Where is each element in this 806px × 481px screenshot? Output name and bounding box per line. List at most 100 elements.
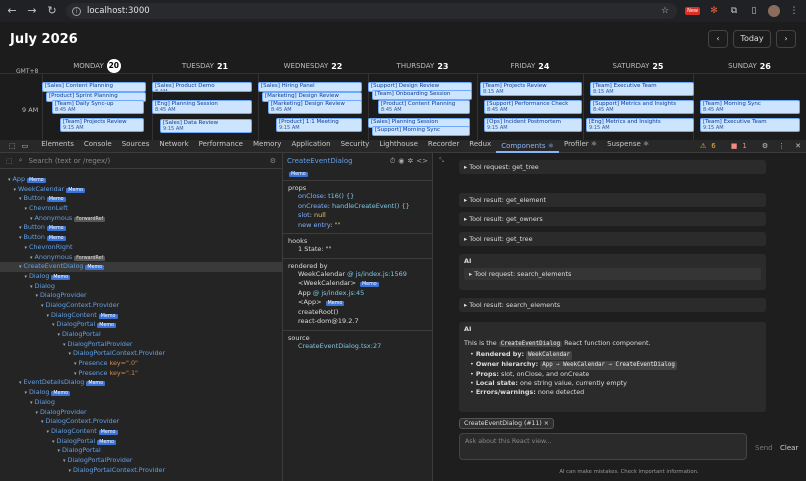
- expand-icon[interactable]: ▾: [25, 245, 28, 251]
- tree-node[interactable]: ▾ Dialog: [0, 398, 282, 408]
- devtools-tab[interactable]: Elements: [36, 140, 79, 153]
- tree-node[interactable]: ▾ DialogPortal: [0, 330, 282, 340]
- devtools-tab[interactable]: Components ⚛: [496, 140, 559, 153]
- day-header-thursday[interactable]: THURSDAY 23: [368, 58, 477, 74]
- devtools-tab[interactable]: Security: [336, 140, 375, 153]
- devtools-tab[interactable]: Performance: [194, 140, 248, 153]
- expand-icon[interactable]: ▾: [36, 293, 39, 299]
- tree-node[interactable]: ▾ Presence key=".1": [0, 369, 282, 379]
- expand-icon[interactable]: ▾: [30, 400, 33, 406]
- owner-row[interactable]: createRoot(): [288, 308, 427, 318]
- tree-node[interactable]: ▾ DialogPortalProvider: [0, 340, 282, 350]
- more-icon[interactable]: ⋮: [773, 142, 790, 150]
- prop-row[interactable]: onCreate: handleCreateEvent() {}: [288, 202, 427, 212]
- calendar-event[interactable]: [Support] Metrics and Insights 8:45 AM: [590, 100, 694, 114]
- clear-button[interactable]: Clear: [780, 444, 798, 452]
- calendar-event[interactable]: [Team] Projects Review 9:15 AM: [60, 118, 144, 132]
- tool-call-card[interactable]: AI ▸ Tool request: search_elements: [459, 254, 766, 290]
- eye-icon[interactable]: ◉: [398, 157, 404, 165]
- devtools-tab[interactable]: Lighthouse: [374, 140, 423, 153]
- error-count[interactable]: ■ 1: [726, 142, 757, 150]
- owner-row[interactable]: <WeekCalendar> Memo: [288, 279, 427, 289]
- tree-node[interactable]: ▾ DialogContent Memo: [0, 311, 282, 321]
- prop-row[interactable]: new entry: "": [288, 221, 427, 231]
- prop-row[interactable]: slot: null: [288, 211, 427, 221]
- star-icon[interactable]: ☆: [659, 5, 671, 17]
- tree-node[interactable]: ▾ DialogProvider: [0, 291, 282, 301]
- expand-icon[interactable]: ▾: [30, 255, 33, 261]
- tree-node[interactable]: ▾ DialogPortal Memo: [0, 320, 282, 330]
- prev-week-button[interactable]: ‹: [708, 30, 728, 48]
- tree-node[interactable]: ▾ ChevronLeft: [0, 204, 282, 214]
- tree-node[interactable]: ▾ Anonymous ForwardRef: [0, 253, 282, 263]
- expand-icon[interactable]: ▾: [52, 322, 55, 328]
- tree-node[interactable]: ▾ DialogContext.Provider: [0, 301, 282, 311]
- code-icon[interactable]: <>: [416, 157, 428, 165]
- calendar-event[interactable]: [Eng] Metrics and Insights 9:15 AM: [586, 118, 694, 132]
- warning-count[interactable]: ⚠ 6: [695, 142, 726, 150]
- prop-row[interactable]: onClose: t16() {}: [288, 192, 427, 202]
- expand-icon[interactable]: ▾: [41, 419, 44, 425]
- expand-icon[interactable]: ▾: [19, 196, 22, 202]
- calendar-event[interactable]: [Marketing] Design Review 8:45 AM: [268, 100, 362, 114]
- expand-icon[interactable]: ▾: [58, 332, 61, 338]
- expand-icon[interactable]: ▾: [19, 225, 22, 231]
- tree-node[interactable]: ▾ Button Memo: [0, 233, 282, 243]
- devtools-tab[interactable]: Network: [154, 140, 193, 153]
- devtools-tab[interactable]: Redux: [464, 140, 496, 153]
- devtools-tab[interactable]: Suspense ⚛: [602, 140, 654, 153]
- tree-node[interactable]: ▾ DialogPortalProvider: [0, 456, 282, 466]
- expand-icon[interactable]: ▾: [25, 206, 28, 212]
- expand-icon[interactable]: ▾: [19, 235, 22, 241]
- calendar-event[interactable]: [Sales] Content Planning: [42, 82, 146, 92]
- puzzle-icon[interactable]: ⧉: [728, 5, 740, 17]
- tree-node[interactable]: ▾ DialogPortal: [0, 446, 282, 456]
- settings-icon[interactable]: ⚙: [270, 157, 276, 165]
- tree-node[interactable]: ▾ EventDetailsDialog Memo: [0, 378, 282, 388]
- tool-call-item[interactable]: ▸ Tool request: search_elements: [464, 268, 761, 280]
- tree-node[interactable]: ▾ Presence key=".0": [0, 359, 282, 369]
- tool-call-card[interactable]: ▸ Tool result: get_element: [459, 193, 766, 207]
- avatar[interactable]: [768, 5, 780, 17]
- tree-node[interactable]: ▾ Button Memo: [0, 223, 282, 233]
- device-icon[interactable]: ▭: [19, 142, 32, 150]
- expand-icon[interactable]: ▾: [30, 284, 33, 290]
- tree-node[interactable]: ▾ Dialog Memo: [0, 388, 282, 398]
- close-devtools-icon[interactable]: ✕: [790, 142, 806, 150]
- expand-icon[interactable]: ▾: [47, 429, 50, 435]
- devtools-tab[interactable]: Profiler ⚛: [559, 140, 602, 153]
- day-header-friday[interactable]: FRIDAY 24: [477, 58, 583, 74]
- info-icon[interactable]: i: [72, 6, 81, 16]
- tree-node[interactable]: ▾ ChevronRight: [0, 243, 282, 253]
- tree-node[interactable]: ▾ DialogProvider: [0, 408, 282, 418]
- address-bar[interactable]: i localhost:3000 ☆: [66, 3, 678, 19]
- calendar-event[interactable]: [Sales] Data Review 9:15 AM: [160, 119, 252, 133]
- ask-input[interactable]: Ask about this React view...: [459, 433, 747, 460]
- calendar-event[interactable]: [Sales] Hiring Panel: [258, 82, 362, 92]
- search-input[interactable]: Search (text or /regex/): [29, 157, 264, 165]
- settings-icon[interactable]: ⚙: [757, 142, 773, 150]
- calendar-event[interactable]: [Support] Morning Sync: [372, 126, 470, 136]
- expand-icon[interactable]: ▾: [58, 448, 61, 454]
- tool-call-card[interactable]: ▸ Tool result: search_elements: [459, 298, 766, 312]
- tree-node[interactable]: ▾ DialogPortal Memo: [0, 437, 282, 447]
- hook-state[interactable]: 1 State: "": [288, 245, 427, 255]
- tree-node[interactable]: ▾ Dialog: [0, 282, 282, 292]
- calendar-event[interactable]: [Team] Daily Sync-up 8:45 AM: [52, 100, 144, 114]
- tree-node[interactable]: ▾ WeekCalendar Memo: [0, 185, 282, 195]
- collapse-icon[interactable]: ⤡: [439, 156, 444, 165]
- extension-icon[interactable]: ✻: [708, 5, 720, 17]
- owner-row[interactable]: react-dom@19.2.7: [288, 317, 427, 327]
- day-header-saturday[interactable]: SATURDAY 25: [583, 58, 693, 74]
- expand-icon[interactable]: ▾: [8, 177, 11, 183]
- inspect-icon[interactable]: ⬚: [6, 142, 19, 150]
- tool-call-card[interactable]: ▸ Tool request: get_tree: [459, 160, 766, 174]
- expand-icon[interactable]: ▾: [30, 216, 33, 222]
- send-button[interactable]: Send: [755, 444, 773, 452]
- owner-row[interactable]: WeekCalendar @ js/index.js:1569: [288, 270, 427, 280]
- next-week-button[interactable]: ›: [776, 30, 796, 48]
- calendar-event[interactable]: [Team] Projects Review 8:15 AM: [480, 82, 582, 96]
- expand-icon[interactable]: ▾: [69, 468, 72, 474]
- expand-icon[interactable]: ▾: [74, 361, 77, 367]
- calendar-event[interactable]: [Ops] Incident Postmortem 9:15 AM: [484, 118, 582, 132]
